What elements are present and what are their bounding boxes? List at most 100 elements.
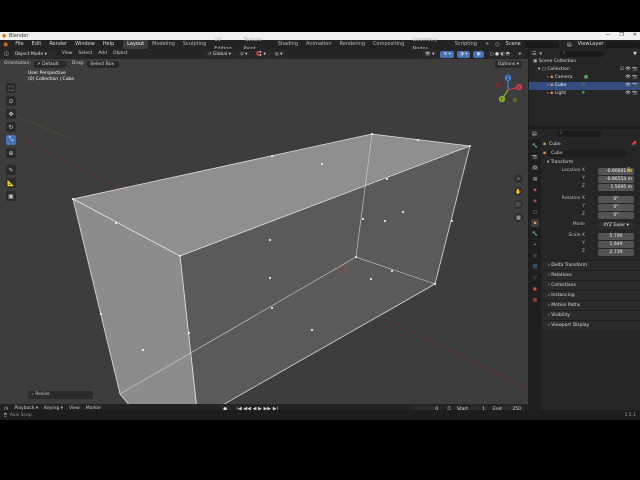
editor-type-icon[interactable]: ◫ bbox=[4, 51, 9, 57]
menu-window[interactable]: Window bbox=[71, 40, 99, 49]
close-button[interactable]: ✕ bbox=[633, 32, 637, 38]
object-name-field[interactable]: Cube bbox=[548, 150, 627, 157]
measure-tool[interactable]: 📐 bbox=[6, 178, 16, 188]
collections-panel[interactable]: › Collections bbox=[543, 280, 640, 290]
menu-add[interactable]: Add bbox=[98, 49, 107, 59]
menu-edit[interactable]: Edit bbox=[28, 40, 46, 49]
3d-viewport[interactable]: ◫ Object Mode ▾ View Select Add Object ↗… bbox=[0, 49, 528, 418]
scale-z-field[interactable]: 2.739 bbox=[598, 248, 634, 256]
tab-animation[interactable]: Animation bbox=[302, 40, 336, 49]
camera-view-icon[interactable]: 🎥 bbox=[514, 200, 523, 209]
viewport-display-panel[interactable]: › Viewport Display bbox=[543, 320, 640, 330]
outliner-row-scene-collection[interactable]: ▣ Scene Collection bbox=[529, 58, 640, 66]
transform-orientation-dropdown[interactable]: ↗ Global ▾ bbox=[204, 50, 234, 58]
scene-name-field[interactable] bbox=[524, 41, 559, 48]
menu-select[interactable]: Select bbox=[78, 49, 92, 59]
move-tool[interactable]: ✥ bbox=[6, 109, 16, 119]
menu-file[interactable]: File bbox=[11, 40, 27, 49]
menu-help[interactable]: Help bbox=[99, 40, 118, 49]
menu-object[interactable]: Object bbox=[113, 49, 128, 59]
select-box-tool[interactable]: ⬚ bbox=[6, 83, 16, 93]
menu-view[interactable]: View bbox=[62, 49, 73, 59]
view-layer-name-field[interactable] bbox=[607, 41, 640, 48]
annotate-tool[interactable]: ✎ bbox=[6, 165, 16, 175]
view-layer-tab-icon[interactable]: ▤ bbox=[531, 175, 539, 183]
instancing-panel[interactable]: › Instancing bbox=[543, 290, 640, 300]
pan-hand-icon[interactable]: ✋ bbox=[514, 187, 523, 196]
snap-toggle[interactable]: 🧲 ▾ bbox=[253, 50, 269, 58]
tab-scripting[interactable]: Scripting bbox=[451, 40, 481, 49]
proportional-edit-toggle[interactable]: ◎ ▾ bbox=[271, 50, 286, 58]
texture-tab-icon[interactable]: ▦ bbox=[531, 296, 539, 304]
add-workspace-button[interactable]: + bbox=[481, 40, 493, 49]
particles-tab-icon[interactable]: ✦ bbox=[531, 241, 539, 249]
navigation-gizmo[interactable]: X Y Z bbox=[493, 75, 523, 105]
shading-mode-buttons[interactable]: ○ ● ◐ ◓ bbox=[486, 50, 513, 58]
options-dropdown[interactable]: Options ▾ bbox=[494, 60, 522, 68]
minimize-button[interactable]: — bbox=[605, 32, 610, 38]
display-mode-icon[interactable]: ▾ bbox=[539, 51, 542, 57]
output-tab-icon[interactable]: 🖨 bbox=[531, 164, 539, 172]
tool-tab-icon[interactable]: 🔧 bbox=[531, 142, 539, 150]
properties-editor-icon[interactable]: ▤ bbox=[532, 131, 537, 137]
properties-search-input[interactable]: ⌕ bbox=[556, 131, 601, 137]
transform-panel-header[interactable]: ▾ Transform bbox=[543, 158, 640, 167]
menu-render[interactable]: Render bbox=[45, 40, 71, 49]
filter-icon[interactable]: ▼ bbox=[633, 51, 637, 57]
viewport-canvas[interactable] bbox=[0, 49, 528, 418]
add-cube-tool[interactable]: ▣ bbox=[6, 191, 16, 201]
scale-x-field[interactable]: 5.796 bbox=[598, 232, 634, 240]
modifiers-tab-icon[interactable]: 🔧 bbox=[531, 230, 539, 238]
rotation-y-field[interactable]: 0° bbox=[598, 203, 634, 211]
outliner-row-collection[interactable]: ▾ ▢ Collection ☑ 👁 📷 bbox=[529, 66, 640, 74]
render-tab-icon[interactable]: 📷 bbox=[531, 153, 539, 161]
transform-tool[interactable]: ⊕ bbox=[6, 148, 16, 158]
object-tab-icon[interactable]: ▪ bbox=[531, 219, 539, 227]
mode-dropdown[interactable]: Object Mode ▾ bbox=[11, 50, 56, 58]
light-visibility-icons[interactable]: 👁 📷 bbox=[625, 90, 638, 98]
rotation-z-field[interactable]: 0° bbox=[598, 211, 634, 219]
visibility-dropdown[interactable]: 👁 ▾ bbox=[421, 50, 438, 58]
overlay-toggle[interactable]: ◑ ▾ bbox=[456, 50, 471, 58]
tab-compositing[interactable]: Compositing bbox=[369, 40, 408, 49]
location-y-field[interactable]: -0.86554 m bbox=[598, 175, 634, 183]
blender-menu-icon[interactable]: ◉ bbox=[0, 41, 11, 48]
collection-visibility-icons[interactable]: ☑ 👁 📷 bbox=[620, 66, 638, 74]
cursor-tool[interactable]: ⊙ bbox=[6, 96, 16, 106]
outliner-row-light[interactable]: › ▪ Light ✺ 👁 📷 bbox=[529, 90, 640, 98]
outliner-search-input[interactable]: ⌕ bbox=[560, 50, 604, 57]
delta-transform-panel[interactable]: › Delta Transform bbox=[543, 260, 640, 270]
gizmo-toggle[interactable]: ⊕ ▾ bbox=[440, 50, 454, 58]
scene-tab-icon[interactable]: ◆ bbox=[531, 186, 539, 194]
pivot-dropdown[interactable]: ⊙ ▾ bbox=[236, 50, 251, 58]
last-operator-panel[interactable]: › Resize bbox=[28, 391, 93, 399]
collection-tab-icon[interactable]: ▢ bbox=[531, 208, 539, 216]
material-tab-icon[interactable]: ● bbox=[531, 285, 539, 293]
physics-tab-icon[interactable]: ◎ bbox=[531, 252, 539, 260]
drag-dropdown[interactable]: Select Box bbox=[87, 60, 120, 68]
outliner-row-cube[interactable]: › ▪ Cube ▽ 👁 📷 bbox=[529, 82, 640, 90]
rotation-x-field[interactable]: 0° bbox=[598, 195, 634, 203]
lock-icon[interactable]: 🔓 bbox=[626, 167, 632, 175]
visibility-panel[interactable]: › Visibility bbox=[543, 310, 640, 320]
view-layer-selector[interactable]: ViewLayer bbox=[574, 40, 608, 49]
xray-toggle[interactable]: ▣ bbox=[473, 50, 484, 58]
pin-icon[interactable]: 📌 bbox=[631, 142, 637, 147]
tab-modeling[interactable]: Modeling bbox=[148, 40, 179, 49]
tab-shading[interactable]: Shading bbox=[274, 40, 302, 49]
outliner-editor-icon[interactable]: ☰ bbox=[532, 51, 536, 57]
motion-paths-panel[interactable]: › Motion Paths bbox=[543, 300, 640, 310]
location-z-field[interactable]: 1.5695 m bbox=[598, 183, 634, 191]
maximize-button[interactable]: ❐ bbox=[619, 32, 623, 38]
constraints-tab-icon[interactable]: ⛓ bbox=[531, 263, 539, 271]
tab-rendering[interactable]: Rendering bbox=[336, 40, 370, 49]
world-tab-icon[interactable]: ◉ bbox=[531, 197, 539, 205]
zoom-icon[interactable]: ⌕ bbox=[514, 174, 523, 183]
camera-visibility-icons[interactable]: 👁 📷 bbox=[625, 74, 638, 82]
scene-selector[interactable]: Scene bbox=[502, 40, 525, 49]
mesh-data-tab-icon[interactable]: ▽ bbox=[531, 274, 539, 282]
rotate-tool[interactable]: ↻ bbox=[6, 122, 16, 132]
orientation-dropdown[interactable]: ↗ Default bbox=[33, 60, 66, 68]
tab-sculpting[interactable]: Sculpting bbox=[179, 40, 210, 49]
relations-panel[interactable]: › Relations bbox=[543, 270, 640, 280]
